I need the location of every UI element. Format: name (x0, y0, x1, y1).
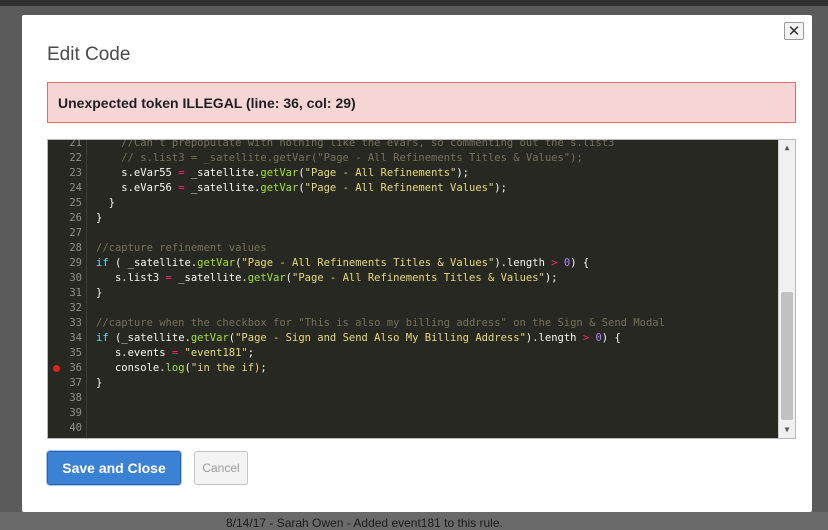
code-line[interactable]: 40 (48, 421, 779, 436)
code-line[interactable]: 23 s.eVar55 = _satellite.getVar("Page - … (48, 166, 779, 181)
code-line[interactable]: 39 (48, 406, 779, 421)
line-number: 29 (69, 257, 82, 269)
code-line[interactable]: 33 //capture when the checkbox for "This … (48, 316, 779, 331)
line-number: 31 (69, 287, 82, 299)
code-line[interactable]: 37} (48, 376, 779, 391)
line-number: 37 (69, 377, 82, 389)
line-number: 38 (69, 392, 82, 404)
code-line[interactable]: 24 s.eVar56 = _satellite.getVar("Page - … (48, 181, 779, 196)
code-line[interactable]: 38 (48, 391, 779, 406)
code-line[interactable]: 21 //Can't prepopulate with nothing like… (48, 139, 779, 151)
editor-scrollbar[interactable]: ▲ ▼ (778, 140, 795, 438)
modal-title: Edit Code (47, 44, 131, 65)
code-line[interactable]: 36 console.log("in the if); (48, 361, 779, 376)
error-banner: Unexpected token ILLEGAL (line: 36, col:… (47, 82, 796, 123)
code-line[interactable]: 29 if ( _satellite.getVar("Page - All Ref… (48, 256, 779, 271)
code-text: s.eVar56 = _satellite.getVar("Page - All… (96, 182, 507, 194)
code-text: } (96, 212, 103, 224)
scroll-down-icon[interactable]: ▼ (779, 423, 795, 437)
code-text: if ( _satellite.getVar("Page - All Refin… (96, 257, 590, 269)
code-line[interactable]: 22 // s.list3 = _satellite.getVar("Page … (48, 151, 779, 166)
error-message: Unexpected token ILLEGAL (line: 36, col:… (58, 95, 356, 111)
code-text: // s.list3 = _satellite.getVar("Page - A… (121, 152, 583, 164)
code-line[interactable]: 26} (48, 211, 779, 226)
code-text: } (96, 197, 115, 209)
line-number: 34 (69, 332, 82, 344)
code-text: s.eVar55 = _satellite.getVar("Page - All… (96, 167, 470, 179)
line-number: 35 (69, 347, 82, 359)
line-number: 25 (69, 197, 82, 209)
close-icon: ✕ (787, 23, 801, 40)
code-line[interactable]: 35 s.events = "event181"; (48, 346, 779, 361)
line-number: 28 (69, 242, 82, 254)
revision-note: 8/14/17 - Sarah Owen - Added event181 to… (226, 516, 503, 530)
line-number: 22 (69, 152, 82, 164)
code-text: //capture refinement values (96, 242, 267, 254)
line-number: 24 (69, 182, 82, 194)
edit-code-modal: ✕ Edit Code Unexpected token ILLEGAL (li… (22, 15, 812, 512)
code-text: } (96, 377, 103, 389)
line-number: 36 (69, 362, 82, 374)
code-line[interactable]: 34 if (_satellite.getVar("Page - Sign and… (48, 331, 779, 346)
line-number: 40 (69, 422, 82, 434)
line-number: 26 (69, 212, 82, 224)
line-number: 30 (69, 272, 82, 284)
close-button[interactable]: ✕ (784, 22, 804, 40)
code-line[interactable]: 27 (48, 226, 779, 241)
scroll-up-icon[interactable]: ▲ (779, 141, 795, 155)
line-number: 27 (69, 227, 82, 239)
code-lines[interactable]: 21 //Can't prepopulate with nothing like… (48, 139, 779, 436)
code-text: s.list3 = _satellite.getVar("Page - All … (96, 272, 558, 284)
code-text: } (96, 287, 103, 299)
code-editor[interactable]: 21 //Can't prepopulate with nothing like… (47, 139, 796, 439)
line-number: 21 (69, 139, 82, 149)
line-number: 39 (69, 407, 82, 419)
code-text: //capture when the checkbox for "This is… (96, 317, 665, 329)
line-number: 32 (69, 302, 82, 314)
cancel-button[interactable]: Cancel (194, 451, 248, 485)
code-text: s.events = "event181"; (96, 347, 255, 359)
line-number: 33 (69, 317, 82, 329)
save-and-close-button[interactable]: Save and Close (47, 451, 181, 485)
code-text: //Can't prepopulate with nothing like th… (121, 139, 615, 149)
scrollbar-thumb[interactable] (781, 292, 793, 420)
code-line[interactable]: 32 (48, 301, 779, 316)
background-footer: 8/14/17 - Sarah Owen - Added event181 to… (0, 512, 828, 530)
code-line[interactable]: 30 s.list3 = _satellite.getVar("Page - A… (48, 271, 779, 286)
code-text: if (_satellite.getVar("Page - Sign and S… (96, 332, 621, 344)
code-line[interactable]: 25 } (48, 196, 779, 211)
code-line[interactable]: 31} (48, 286, 779, 301)
code-line[interactable]: 28 //capture refinement values (48, 241, 779, 256)
line-number: 23 (69, 167, 82, 179)
background-header (0, 0, 828, 6)
code-text: console.log("in the if); (96, 362, 267, 374)
